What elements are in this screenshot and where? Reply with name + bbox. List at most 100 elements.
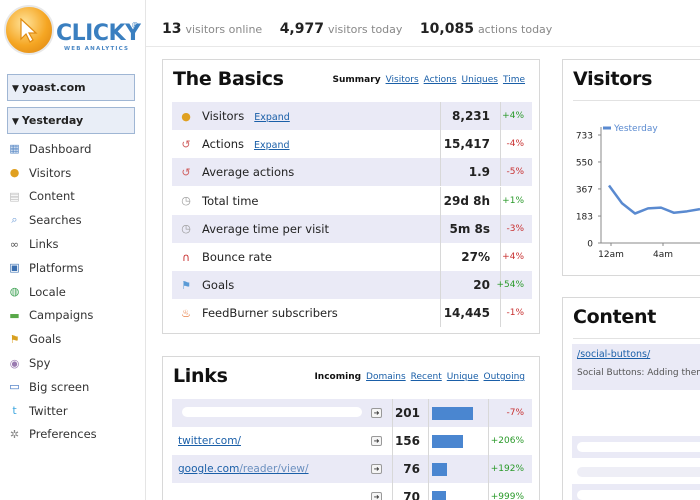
- search-icon: ⌕: [11, 213, 18, 227]
- sidebar-item-content[interactable]: ▤ Content: [0, 185, 146, 209]
- sidebar-item-visitors[interactable]: ● Visitors: [0, 161, 146, 185]
- sidebar-item-searches[interactable]: ⌕ Searches: [0, 208, 146, 232]
- basics-row: ↺ Average actions 1.9 -5%: [172, 158, 532, 187]
- sidebar-nav: ▦ Dashboard ● Visitors ▤ Content ⌕ Searches ∞ Lin…: [0, 137, 146, 446]
- sidebar-item-label: Twitter: [29, 403, 68, 418]
- tab-time[interactable]: Time: [503, 75, 525, 85]
- flag-icon: ⚑: [9, 332, 20, 346]
- open-link-icon[interactable]: ➜: [371, 492, 382, 500]
- sidebar-item-big-screen[interactable]: ▭ Big screen: [0, 375, 146, 399]
- sidebar-item-label: Goals: [29, 332, 62, 347]
- tab-actions[interactable]: Actions: [424, 75, 457, 85]
- clicky-logo[interactable]: CLICKY ® WEB ANALYTICS: [4, 5, 144, 57]
- eye-icon: ◉: [9, 356, 20, 370]
- actions-icon: ↺: [181, 165, 191, 179]
- tv-icon: ▭: [9, 380, 20, 394]
- links-row: twitter.com/ ➜ 156 +206%: [172, 427, 532, 455]
- monitor-icon: ▣: [9, 261, 20, 275]
- link-change: -7%: [488, 399, 532, 427]
- dropdown-arrow-icon: ▼: [12, 84, 19, 94]
- link-count: 76: [392, 455, 428, 483]
- site-selector[interactable]: ▼ yoast.com: [7, 74, 135, 101]
- link-count: 201: [392, 399, 428, 427]
- basics-row-label: Average time per visit: [202, 221, 329, 236]
- sidebar-item-campaigns[interactable]: ▬ Campaigns: [0, 304, 146, 328]
- today-count: 4,977: [279, 21, 324, 37]
- visitors-icon: ●: [9, 166, 20, 180]
- cursor-logo-icon: [4, 5, 54, 55]
- money-icon: ▬: [9, 308, 20, 322]
- registered-mark: ®: [131, 21, 139, 30]
- basics-row-change: -4%: [500, 130, 532, 159]
- expand-link[interactable]: Expand: [254, 112, 290, 123]
- sidebar-item-goals[interactable]: ⚑ Goals: [0, 327, 146, 351]
- blurred-text: [577, 490, 700, 500]
- content-link[interactable]: /social-buttons/: [577, 349, 650, 360]
- blurred-text: [577, 442, 700, 452]
- link-change: +206%: [488, 427, 532, 455]
- date-selector[interactable]: ▼ Yesterday: [7, 107, 135, 134]
- tab-incoming[interactable]: Incoming: [314, 372, 361, 382]
- today-label: visitors today: [327, 23, 403, 36]
- sidebar-item-dashboard[interactable]: ▦ Dashboard: [0, 137, 146, 161]
- sidebar-item-label: Locale: [29, 284, 66, 299]
- open-link-icon[interactable]: ➜: [371, 436, 382, 446]
- x-tick-label: 4am: [653, 250, 673, 260]
- link-domain: google.com: [178, 463, 240, 475]
- content-icon: ▤: [9, 189, 20, 203]
- tab-unique[interactable]: Unique: [447, 372, 479, 382]
- basics-row-label: Total time: [202, 193, 259, 208]
- basics-row-change: +1%: [500, 186, 532, 215]
- tab-outgoing[interactable]: Outgoing: [484, 372, 525, 382]
- basics-title: The Basics: [173, 68, 284, 90]
- basics-row-value: 5m 8s: [440, 214, 500, 243]
- sidebar-item-preferences[interactable]: ✲ Preferences: [0, 423, 146, 447]
- basics-row: ◷ Total time 29d 8h +1%: [172, 186, 532, 215]
- sidebar-item-locale[interactable]: ◍ Locale: [0, 280, 146, 304]
- gear-icon: ✲: [9, 427, 20, 441]
- link-change: +999%: [488, 483, 532, 500]
- link-url[interactable]: google.com/reader/view/: [172, 463, 371, 475]
- content-row: [572, 436, 700, 458]
- tab-visitors[interactable]: Visitors: [386, 75, 419, 85]
- sidebar-item-label: Searches: [29, 213, 82, 228]
- basics-row-label: Visitors: [202, 109, 245, 123]
- tab-recent[interactable]: Recent: [411, 372, 442, 382]
- link-url[interactable]: [172, 490, 371, 500]
- tab-summary[interactable]: Summary: [333, 75, 381, 85]
- open-link-icon[interactable]: ➜: [371, 464, 382, 474]
- links-row: google.com/reader/view/➜ 76 +192%: [172, 455, 532, 483]
- sidebar-item-links[interactable]: ∞ Links: [0, 232, 146, 256]
- sidebar-item-spy[interactable]: ◉ Spy: [0, 351, 146, 375]
- link-url[interactable]: [172, 406, 371, 420]
- blurred-text: [577, 467, 700, 477]
- y-tick-label: 183: [576, 213, 593, 223]
- basics-panel: The Basics Summary Visitors Actions Uniques…: [162, 59, 540, 334]
- basics-row-label: Goals: [202, 278, 235, 293]
- link-count: 156: [392, 427, 428, 455]
- blurred-text: [182, 406, 362, 417]
- tab-domains[interactable]: Domains: [366, 372, 406, 382]
- open-link-icon[interactable]: ➜: [371, 408, 382, 418]
- sidebar-item-twitter[interactable]: t Twitter: [0, 399, 146, 423]
- sidebar-item-label: Dashboard: [29, 141, 92, 156]
- links-row: ➜ 70 +999%: [172, 483, 532, 500]
- sidebar-item-label: Campaigns: [29, 308, 94, 323]
- online-label: visitors online: [185, 23, 263, 36]
- visitors-icon: ●: [181, 109, 191, 123]
- basics-row-value: 15,417: [440, 130, 500, 159]
- sidebar-item-platforms[interactable]: ▣ Platforms: [0, 256, 146, 280]
- content-row: [572, 484, 700, 500]
- dashboard-icon: ▦: [9, 142, 20, 156]
- links-panel: Links Incoming Domains Recent Unique Outgoin…: [162, 356, 540, 500]
- basics-row: ● Visitors Expand 8,231 +4%: [172, 102, 532, 130]
- link-url[interactable]: twitter.com/: [172, 435, 371, 447]
- link-domain: twitter.com/: [178, 435, 241, 447]
- tab-uniques[interactable]: Uniques: [462, 75, 498, 85]
- site-selector-value: yoast.com: [21, 81, 86, 94]
- basics-row: ◷ Average time per visit 5m 8s -3%: [172, 214, 532, 243]
- basics-row-change: +4%: [500, 243, 532, 271]
- content-row: /social-buttons/ Social Buttons: Adding …: [572, 344, 700, 390]
- expand-link[interactable]: Expand: [254, 140, 290, 151]
- y-tick-label: 550: [576, 158, 593, 168]
